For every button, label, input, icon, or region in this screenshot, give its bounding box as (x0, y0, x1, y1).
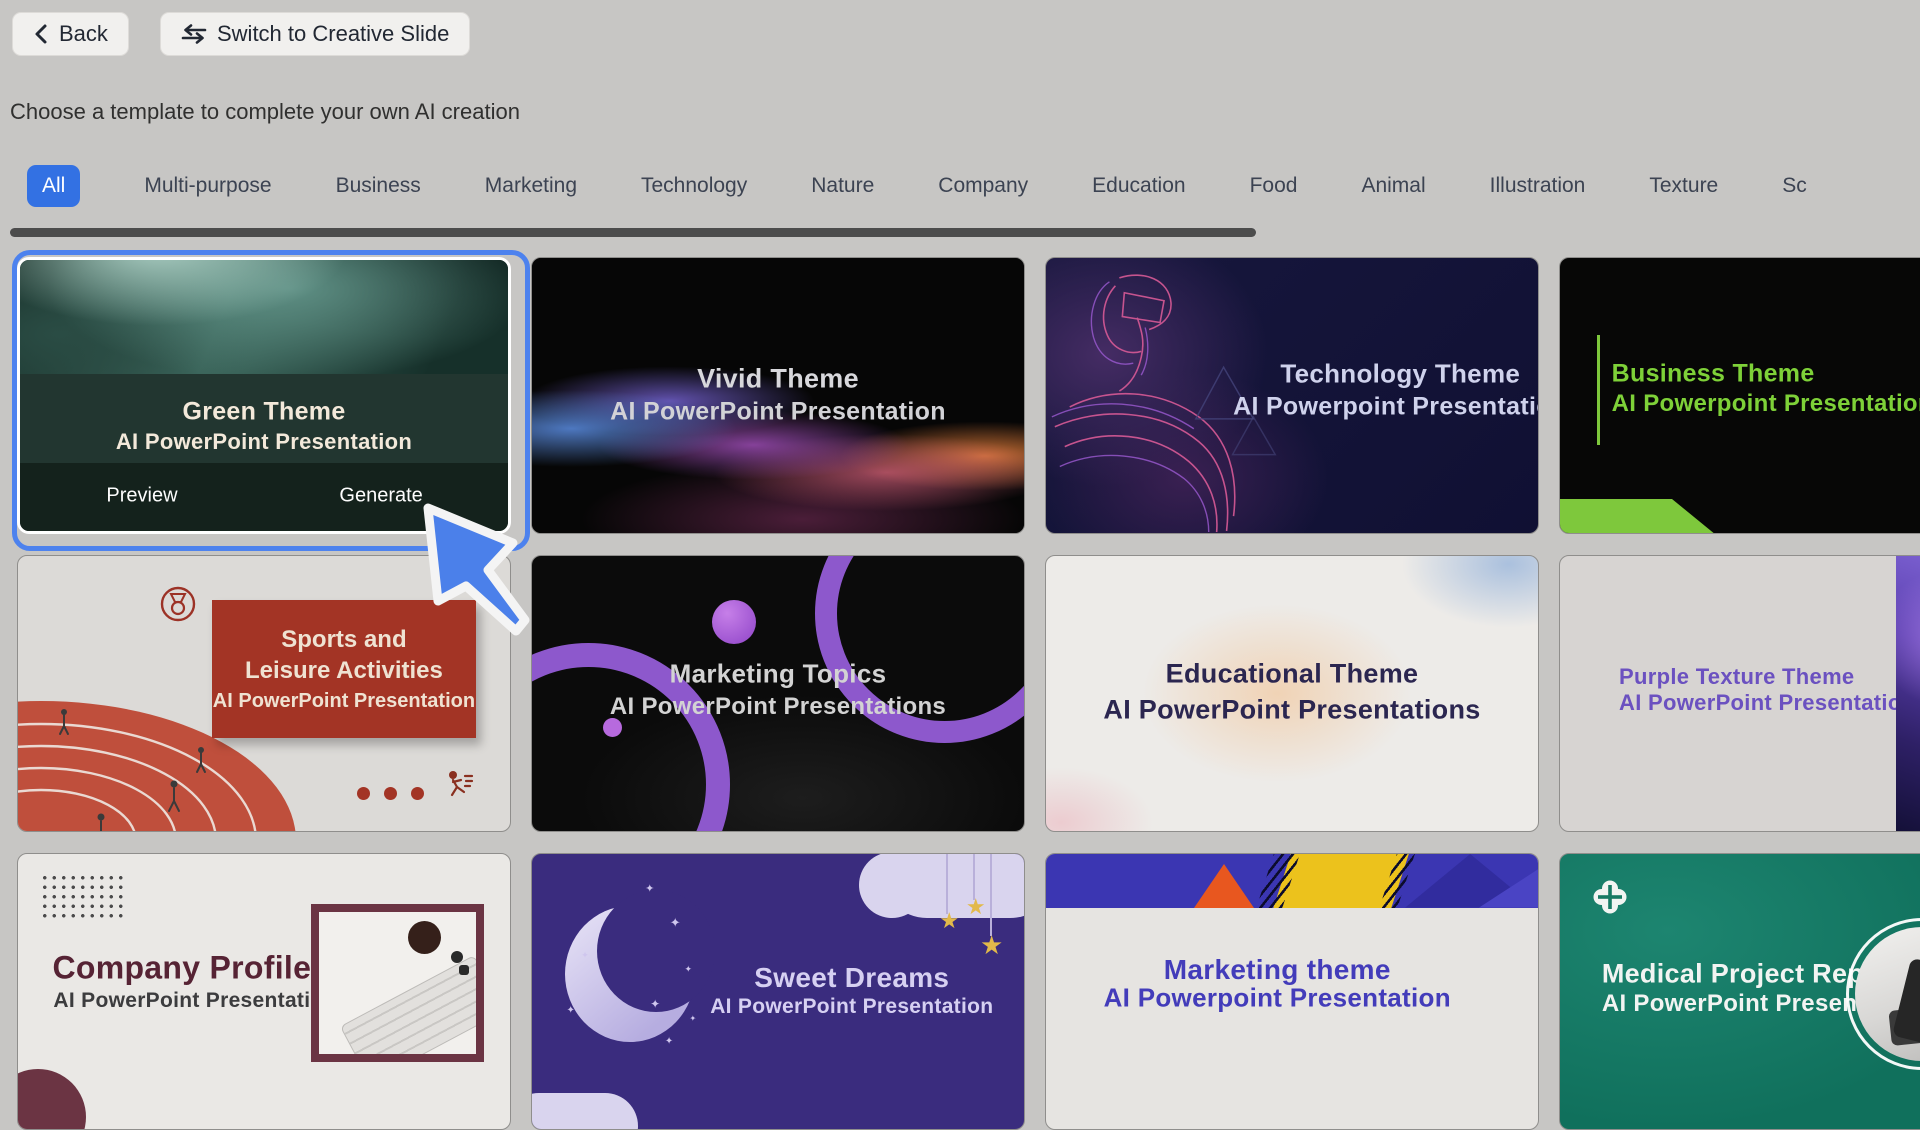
card-title: Green Theme (20, 397, 508, 426)
card-subtitle: AI Powerpoint Presentation (1612, 390, 1920, 418)
star-sparkle: ✦ (645, 882, 654, 895)
template-picker-screen: { "toolbar": { "back_label": "Back", "sw… (0, 0, 1920, 1080)
tab-marketing[interactable]: Marketing (485, 174, 577, 198)
card-title: Sports and Leisure Activities (239, 624, 450, 686)
card-title: Business Theme (1612, 359, 1815, 388)
card-hover-bar (20, 463, 508, 531)
orange-triangle (1194, 864, 1254, 908)
sports-title-panel: Sports and Leisure Activities AI PowerPo… (212, 600, 475, 738)
dot-grid-pattern (40, 873, 124, 921)
tab-texture[interactable]: Texture (1649, 174, 1718, 198)
template-card-technology-theme[interactable]: Technology Theme AI Powerpoint Presentat… (1045, 257, 1539, 534)
star-sparkle: ✦ (650, 997, 660, 1011)
switch-arrows-icon (181, 23, 207, 45)
hanging-star: ★ (980, 930, 1003, 961)
coffee-cup (408, 921, 441, 954)
microscope-photo (1855, 927, 1920, 1061)
template-card-marketing-theme[interactable]: Marketing theme AI Powerpoint Presentati… (1045, 853, 1539, 1130)
template-card-sweet-dreams[interactable]: ✦ ✦ ✦ ✦ ✦ ✦ ✦ ✦ ★ ★ ★ Sweet Dreams AI Po… (531, 853, 1025, 1130)
generate-button[interactable]: Generate (339, 484, 422, 507)
tab-technology[interactable]: Technology (641, 174, 747, 198)
microscope-photo-circle (1846, 918, 1920, 1070)
card-title: Technology Theme (1154, 358, 1539, 389)
tab-business[interactable]: Business (336, 174, 421, 198)
template-card-marketing-topics[interactable]: Marketing Topics AI PowerPoint Presentat… (531, 555, 1025, 832)
card-title: Marketing Topics (532, 659, 1024, 690)
desk-photo-frame (311, 904, 484, 1062)
tab-all[interactable]: All (27, 165, 80, 207)
tabs-scrollbar[interactable] (10, 228, 1256, 237)
template-card-medical-report[interactable]: Medical Project Report AI PowerPoint Pre… (1559, 853, 1920, 1130)
back-chevron-icon (33, 23, 49, 45)
hanging-star: ★ (939, 908, 959, 934)
card-title: Educational Theme (1046, 659, 1538, 690)
template-card-business-theme[interactable]: Business Theme AI Powerpoint Presentatio… (1559, 257, 1920, 534)
template-card-vivid-theme[interactable]: Vivid Theme AI PowerPoint Presentation (531, 257, 1025, 534)
card-subtitle: AI PowerPoint Presentation (53, 989, 336, 1013)
card-subtitle: AI PowerPoint Presentations (1046, 695, 1538, 726)
tab-illustration[interactable]: Illustration (1490, 174, 1586, 198)
card-title: Marketing theme (1045, 954, 1523, 986)
star-string (946, 854, 948, 914)
desk-item (459, 965, 469, 975)
card-subtitle: AI PowerPoint Presentation (213, 690, 475, 713)
card-subtitle: AI PowerPoint Presentation (1619, 690, 1915, 716)
green-trapezoid-shape (1560, 499, 1720, 533)
tab-animal[interactable]: Animal (1361, 174, 1425, 198)
card-title: Company Profile (52, 950, 311, 987)
template-card-sports-leisure[interactable]: Sports and Leisure Activities AI PowerPo… (17, 555, 511, 832)
vivid-ribbon-art (532, 258, 1024, 533)
medal-icon (158, 584, 198, 629)
tab-multi-purpose[interactable]: Multi-purpose (144, 174, 271, 198)
tab-nature[interactable]: Nature (811, 174, 874, 198)
back-button-label: Back (59, 21, 108, 47)
card-title: Sweet Dreams (680, 962, 1024, 994)
maroon-corner-shape (17, 1069, 86, 1130)
card-subtitle: AI Powerpoint Presentation (1045, 983, 1523, 1014)
green-waves-art (20, 260, 508, 374)
card-subtitle: AI Powerpoint Presentation (1154, 392, 1539, 421)
card-subtitle: AI PowerPoint Presentation (680, 995, 1024, 1019)
card-subtitle: AI PowerPoint Presentations (532, 693, 1024, 721)
preview-button[interactable]: Preview (106, 484, 177, 507)
template-card-educational-theme[interactable]: Educational Theme AI PowerPoint Presenta… (1045, 555, 1539, 832)
star-sparkle: ✦ (665, 1036, 673, 1047)
card-title: Purple Texture Theme (1619, 664, 1854, 690)
switch-button-label: Switch to Creative Slide (217, 21, 449, 47)
template-card-purple-texture[interactable]: Purple Texture Theme AI PowerPoint Prese… (1559, 555, 1920, 832)
back-button[interactable]: Back (12, 12, 129, 56)
card-subtitle: AI PowerPoint Presentation (532, 398, 1024, 427)
tab-food[interactable]: Food (1250, 174, 1298, 198)
template-card-company-profile[interactable]: Company Profile AI PowerPoint Presentati… (17, 853, 511, 1130)
template-grid: Green Theme AI PowerPoint Presentation P… (17, 257, 1920, 1130)
cloud-bottom-left (531, 1093, 638, 1130)
star-sparkle: ✦ (581, 950, 589, 961)
purple-circle-large (712, 600, 756, 644)
hanging-star: ★ (966, 894, 986, 920)
category-tabs: All Multi-purpose Business Marketing Tec… (27, 162, 1807, 210)
page-title: Choose a template to complete your own A… (10, 99, 520, 125)
star-sparkle: ✦ (670, 915, 681, 931)
card-subtitle: AI PowerPoint Presentation (20, 429, 508, 455)
switch-to-creative-slide-button[interactable]: Switch to Creative Slide (160, 12, 470, 56)
tab-science[interactable]: Sc (1782, 174, 1807, 198)
runner-icon (441, 768, 475, 807)
star-string (990, 854, 992, 936)
green-accent-line (1597, 335, 1600, 445)
geometric-header-band (1046, 854, 1538, 908)
star-sparkle: ✦ (566, 1005, 574, 1016)
three-dots-decoration (357, 787, 424, 800)
card-title: Vivid Theme (532, 364, 1024, 395)
tab-company[interactable]: Company (938, 174, 1028, 198)
tab-education[interactable]: Education (1092, 174, 1185, 198)
medical-cross-icon (1592, 879, 1628, 920)
template-card-green-theme[interactable]: Green Theme AI PowerPoint Presentation P… (17, 257, 511, 534)
purple-texture-art (1896, 556, 1920, 831)
